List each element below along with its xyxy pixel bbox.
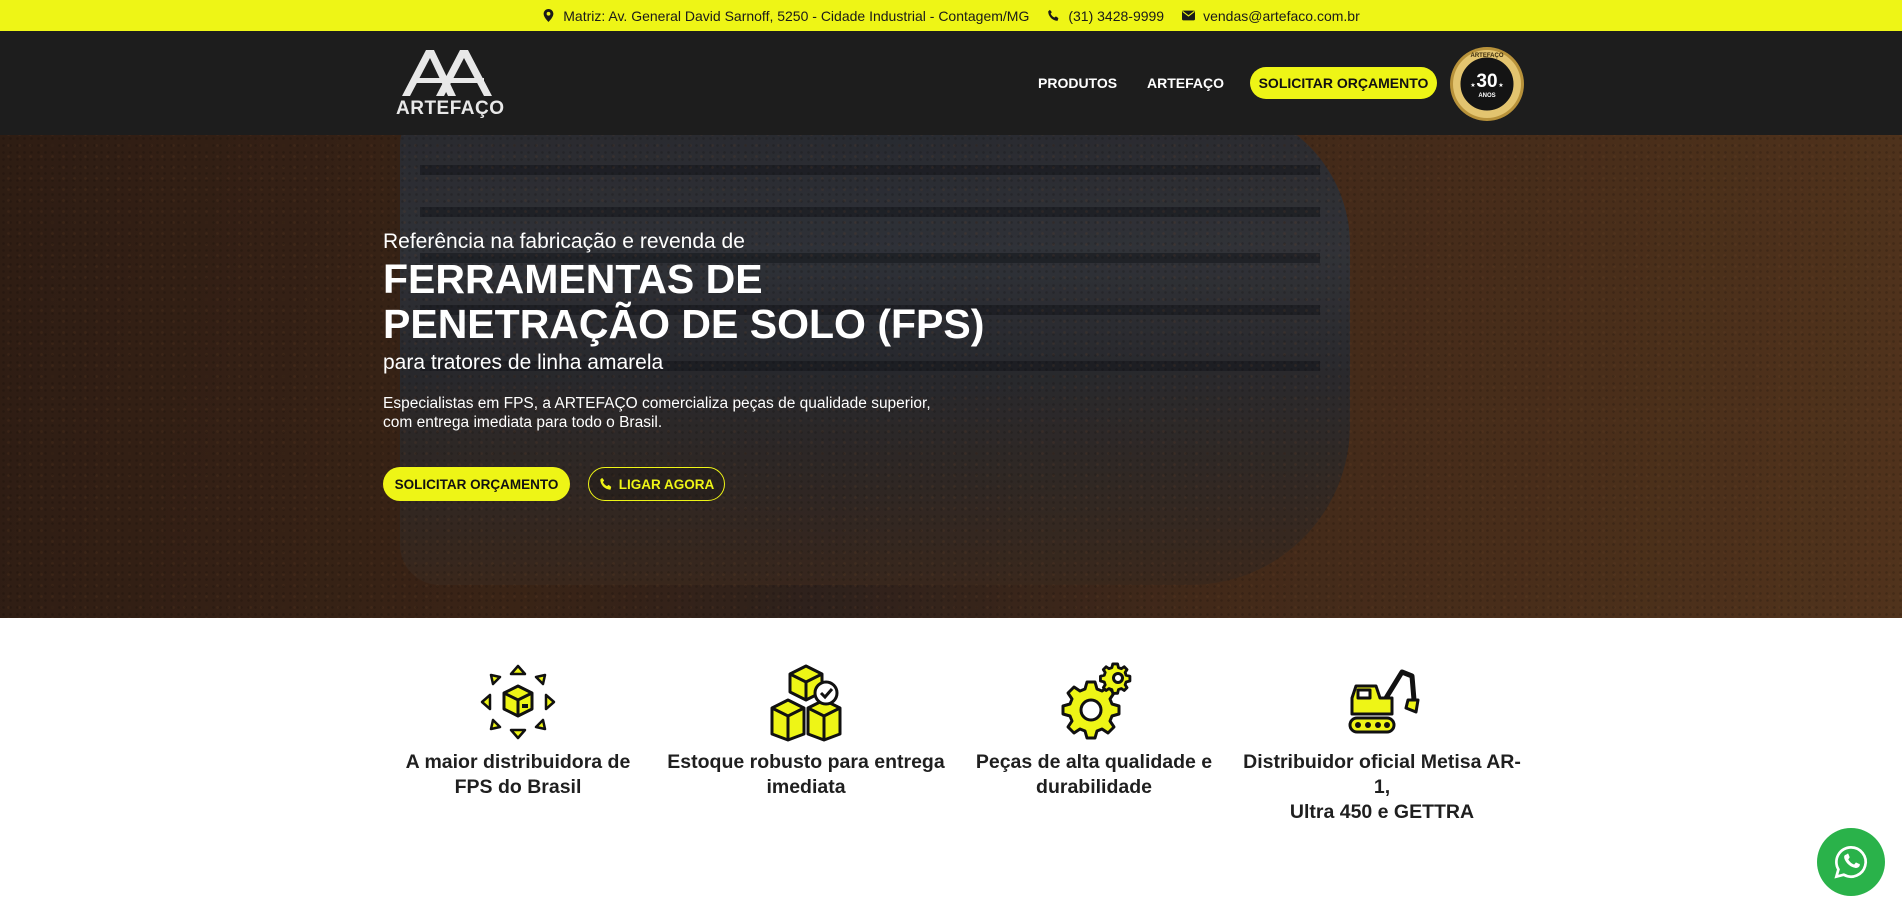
hero-subtitle: para tratores de linha amarela bbox=[383, 351, 664, 374]
main-nav-2: ARTEFAÇO bbox=[1147, 31, 1224, 135]
excavator-icon bbox=[1342, 662, 1422, 742]
gears-icon bbox=[1054, 662, 1134, 742]
map-pin-icon bbox=[543, 9, 554, 22]
email-text[interactable]: vendas@artefaco.com.br bbox=[1203, 8, 1360, 24]
feature-caption: A maior distribuidora de FPS do Brasil bbox=[373, 750, 663, 800]
hero-desc-line-1: Especialistas em FPS, a ARTEFAÇO comerci… bbox=[383, 395, 931, 412]
seal-number: 30 bbox=[1476, 71, 1497, 92]
call-now-button[interactable]: LIGAR AGORA bbox=[588, 467, 725, 501]
nav-item-produtos[interactable]: PRODUTOS bbox=[1038, 75, 1117, 91]
hero-overlay bbox=[0, 135, 1902, 618]
header-quote-button[interactable]: SOLICITAR ORÇAMENTO bbox=[1250, 67, 1437, 99]
envelope-icon bbox=[1182, 10, 1196, 21]
hero-quote-button[interactable]: SOLICITAR ORÇAMENTO bbox=[383, 467, 570, 501]
feature-caption-line-1: Distribuidor oficial Metisa AR-1, bbox=[1243, 751, 1521, 798]
seal-badge-icon: ARTEFAÇO 30 ANOS ★ ★ bbox=[1450, 47, 1524, 121]
header-cta-wrap: SOLICITAR ORÇAMENTO bbox=[1250, 31, 1437, 135]
hero-pretitle: Referência na fabricação e revenda de bbox=[383, 230, 745, 253]
hero-description: Especialistas em FPS, a ARTEFAÇO comerci… bbox=[383, 394, 931, 432]
hero-title-line-1: FERRAMENTAS DE bbox=[383, 256, 763, 302]
feature-caption: Peças de alta qualidade e durabilidade bbox=[949, 750, 1239, 800]
address-text: Matriz: Av. General David Sarnoff, 5250 … bbox=[563, 7, 1030, 24]
phone-icon bbox=[1048, 9, 1059, 21]
address-item: Matriz: Av. General David Sarnoff, 5250 … bbox=[542, 8, 1029, 24]
logo-mark-icon bbox=[402, 50, 492, 96]
feature-caption: Estoque robusto para entrega imediata bbox=[661, 750, 951, 800]
hero-title-line-2: PENETRAÇÃO DE SOLO (FPS) bbox=[383, 301, 985, 347]
phone-item[interactable]: (31) 3428-9999 bbox=[1047, 8, 1164, 24]
feature-largest-distributor: A maior distribuidora de FPS do Brasil bbox=[373, 662, 663, 800]
feature-official-distributor: Distribuidor oficial Metisa AR-1, Ultra … bbox=[1237, 662, 1527, 825]
feature-caption-line-1: A maior distribuidora de bbox=[405, 751, 631, 773]
feature-caption: Distribuidor oficial Metisa AR-1, Ultra … bbox=[1237, 750, 1527, 825]
hero-section: Referência na fabricação e revenda de FE… bbox=[0, 135, 1902, 618]
hero-desc-line-2: com entrega imediata para todo o Brasil. bbox=[383, 414, 663, 431]
phone-icon bbox=[600, 477, 611, 490]
stacked-boxes-icon bbox=[766, 662, 846, 742]
feature-high-quality: Peças de alta qualidade e durabilidade bbox=[949, 662, 1239, 800]
nav-item-artefaco[interactable]: ARTEFAÇO bbox=[1147, 75, 1224, 91]
feature-caption-line-1: Estoque robusto para entrega bbox=[667, 751, 945, 773]
seal-brand: ARTEFAÇO bbox=[1471, 53, 1504, 59]
email-item[interactable]: vendas@artefaco.com.br bbox=[1182, 8, 1360, 24]
seal-star-right: ★ bbox=[1498, 82, 1503, 89]
seal-unit: ANOS bbox=[1478, 93, 1495, 99]
feature-caption-line-2: imediata bbox=[766, 776, 846, 798]
feature-robust-stock: Estoque robusto para entrega imediata bbox=[661, 662, 951, 800]
feature-caption-line-2: Ultra 450 e GETTRA bbox=[1289, 801, 1475, 823]
seal-star-left: ★ bbox=[1470, 82, 1475, 89]
feature-caption-line-2: FPS do Brasil bbox=[454, 776, 582, 798]
phone-text[interactable]: (31) 3428-9999 bbox=[1068, 8, 1164, 24]
main-nav: PRODUTOS bbox=[1038, 31, 1117, 135]
artefaco-logo[interactable]: ARTEFAÇO bbox=[396, 46, 505, 120]
whatsapp-button[interactable] bbox=[1817, 828, 1885, 896]
hero-title: FERRAMENTAS DE PENETRAÇÃO DE SOLO (FPS) bbox=[383, 257, 984, 347]
anniversary-seal: ARTEFAÇO 30 ANOS ★ ★ bbox=[1449, 46, 1525, 122]
feature-caption-line-1: Peças de alta qualidade e bbox=[975, 751, 1213, 773]
whatsapp-icon bbox=[1834, 846, 1867, 879]
site-header: ARTEFAÇO PRODUTOS ARTEFAÇO SOLICITAR ORÇ… bbox=[0, 31, 1902, 135]
top-info-bar: Matriz: Av. General David Sarnoff, 5250 … bbox=[0, 0, 1902, 31]
box-arrows-icon bbox=[478, 662, 558, 742]
call-now-label: LIGAR AGORA bbox=[618, 476, 715, 492]
logo-text: ARTEFAÇO bbox=[396, 98, 505, 119]
feature-caption-line-2: durabilidade bbox=[1036, 776, 1152, 798]
